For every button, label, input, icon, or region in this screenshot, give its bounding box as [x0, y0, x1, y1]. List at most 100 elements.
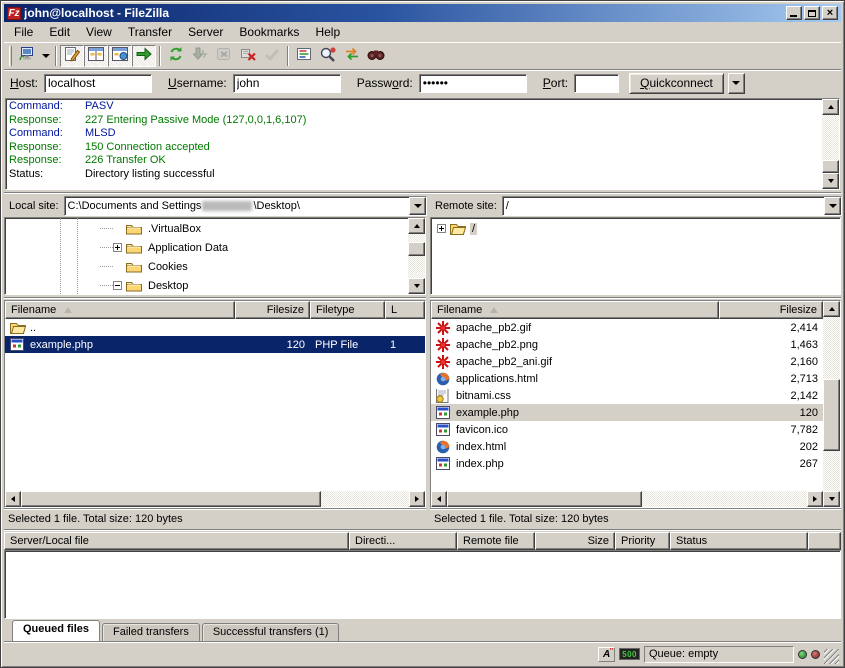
column-header-l[interactable]: L: [385, 301, 425, 319]
queue-header: Server/Local fileDirecti...Remote fileSi…: [4, 532, 841, 550]
password-input[interactable]: [419, 74, 527, 93]
username-input[interactable]: [233, 74, 341, 93]
scrollbar-thumb[interactable]: [447, 491, 642, 507]
column-header-filename[interactable]: Filename: [431, 301, 719, 319]
menu-file[interactable]: File: [6, 23, 41, 41]
file-row-example-php[interactable]: example.php120: [431, 404, 823, 421]
find-files-button[interactable]: [364, 45, 388, 67]
scrollbar-thumb[interactable]: [408, 242, 425, 256]
file-row-apache-pb2-gif[interactable]: apache_pb2.gif2,414: [431, 319, 823, 336]
column-header-filesize[interactable]: Filesize: [719, 301, 823, 319]
scroll-left-button[interactable]: [431, 491, 447, 507]
scrollbar-thumb[interactable]: [822, 160, 839, 173]
file-row-apache-pb2-png[interactable]: apache_pb2.png1,463: [431, 336, 823, 353]
remote-list-hscrollbar[interactable]: [431, 491, 823, 507]
port-label: Port:: [543, 76, 568, 90]
tab-failed-transfers[interactable]: Failed transfers: [102, 623, 200, 641]
file-row-apache-pb2-ani-gif[interactable]: apache_pb2_ani.gif2,160: [431, 353, 823, 370]
file-row--[interactable]: ..: [5, 319, 425, 336]
scroll-down-button[interactable]: [823, 491, 840, 507]
scrollbar-thumb[interactable]: [21, 491, 321, 507]
title-bar[interactable]: Fz john@localhost - FileZilla ×: [4, 4, 841, 22]
scroll-up-button[interactable]: [823, 301, 840, 317]
port-input[interactable]: [574, 74, 619, 93]
scrollbar-thumb[interactable]: [823, 379, 840, 451]
site-manager-button[interactable]: [15, 45, 39, 67]
tree-item-root[interactable]: /: [431, 219, 840, 238]
folder-icon: [126, 260, 143, 274]
process-queue-button[interactable]: [188, 45, 212, 67]
column-header-size[interactable]: Size: [535, 532, 615, 550]
scroll-right-button[interactable]: [807, 491, 823, 507]
close-button[interactable]: ×: [822, 6, 838, 20]
synchronized-browsing-button[interactable]: [340, 45, 364, 67]
column-header-remote-file[interactable]: Remote file: [457, 532, 535, 550]
window-title: john@localhost - FileZilla: [24, 6, 783, 20]
file-row-applications-html[interactable]: applications.html2,713: [431, 370, 823, 387]
local-list-hscrollbar[interactable]: [5, 491, 425, 507]
file-row-favicon-ico[interactable]: favicon.ico7,782: [431, 421, 823, 438]
toggle-remote-tree-button[interactable]: [108, 45, 132, 67]
scroll-up-button[interactable]: [408, 218, 425, 234]
column-header-server-local-file[interactable]: Server/Local file: [4, 532, 349, 550]
host-input[interactable]: [44, 74, 152, 93]
message-log-scrollbar[interactable]: [822, 99, 839, 189]
file-row-index-html[interactable]: index.html202: [431, 438, 823, 455]
menu-server[interactable]: Server: [180, 23, 231, 41]
expand-icon[interactable]: [437, 224, 446, 233]
toggle-local-tree-button[interactable]: [84, 45, 108, 67]
directory-filters-button[interactable]: [292, 45, 316, 67]
refresh-button[interactable]: [164, 45, 188, 67]
tab-successful-transfers-1-[interactable]: Successful transfers (1): [202, 623, 340, 641]
menu-help[interactable]: Help: [307, 23, 348, 41]
tree-item-desktop[interactable]: Desktop: [5, 276, 408, 294]
maximize-button[interactable]: [804, 6, 820, 20]
tab-queued-files[interactable]: Queued files: [12, 620, 100, 641]
tree-item--virtualbox[interactable]: .VirtualBox: [5, 219, 408, 238]
tree-item-application-data[interactable]: Application Data: [5, 238, 408, 257]
column-header-directi-[interactable]: Directi...: [349, 532, 457, 550]
tree-item-cookies[interactable]: Cookies: [5, 257, 408, 276]
collapse-icon[interactable]: [113, 281, 122, 290]
scroll-left-button[interactable]: [5, 491, 21, 507]
column-header-filesize[interactable]: Filesize: [235, 301, 310, 319]
menu-bookmarks[interactable]: Bookmarks: [231, 23, 307, 41]
expand-icon[interactable]: [113, 243, 122, 252]
remote-site-dropdown-button[interactable]: [824, 197, 841, 215]
menu-view[interactable]: View: [78, 23, 120, 41]
local-site-combobox[interactable]: C:\Documents and Settings\Desktop\: [64, 196, 427, 216]
file-row-index-php[interactable]: index.php267: [431, 455, 823, 472]
abort-transfer-button[interactable]: [260, 45, 284, 67]
file-row-bitnami-css[interactable]: bitnami.css2,142: [431, 387, 823, 404]
toggle-transfer-queue-button[interactable]: [132, 45, 156, 67]
column-header-filetype[interactable]: Filetype: [310, 301, 385, 319]
scroll-right-button[interactable]: [409, 491, 425, 507]
scroll-down-button[interactable]: [408, 278, 425, 294]
local-site-dropdown-button[interactable]: [409, 197, 426, 215]
local-tree-scrollbar[interactable]: [408, 218, 425, 294]
column-header-status[interactable]: Status: [670, 532, 808, 550]
site-manager-dropdown-button[interactable]: [39, 45, 52, 67]
column-header-filename[interactable]: Filename: [5, 301, 235, 319]
menu-transfer[interactable]: Transfer: [120, 23, 180, 41]
minimize-button[interactable]: [786, 6, 802, 20]
scroll-up-button[interactable]: [822, 99, 839, 115]
column-header-blank[interactable]: [808, 532, 841, 550]
size-cell: 120: [719, 407, 823, 419]
toggle-message-log-button[interactable]: [60, 45, 84, 67]
remote-site-combobox[interactable]: /: [502, 196, 842, 216]
quickconnect-dropdown-button[interactable]: [728, 73, 745, 94]
cancel-operation-button[interactable]: [212, 45, 236, 67]
quickconnect-button[interactable]: Quickconnect: [629, 73, 724, 94]
compare-directories-button[interactable]: [316, 45, 340, 67]
toggle-transfer-queue-icon: [135, 46, 153, 67]
menu-edit[interactable]: Edit: [41, 23, 78, 41]
scroll-down-button[interactable]: [822, 173, 839, 189]
resize-grip[interactable]: [824, 649, 839, 664]
column-header-priority[interactable]: Priority: [615, 532, 670, 550]
toolbar-grip[interactable]: [9, 46, 12, 66]
file-row-example-php[interactable]: example.php120PHP File1: [5, 336, 425, 353]
remote-list-vscrollbar[interactable]: [823, 301, 840, 507]
disconnect-button[interactable]: [236, 45, 260, 67]
tree-connector: [100, 228, 113, 229]
